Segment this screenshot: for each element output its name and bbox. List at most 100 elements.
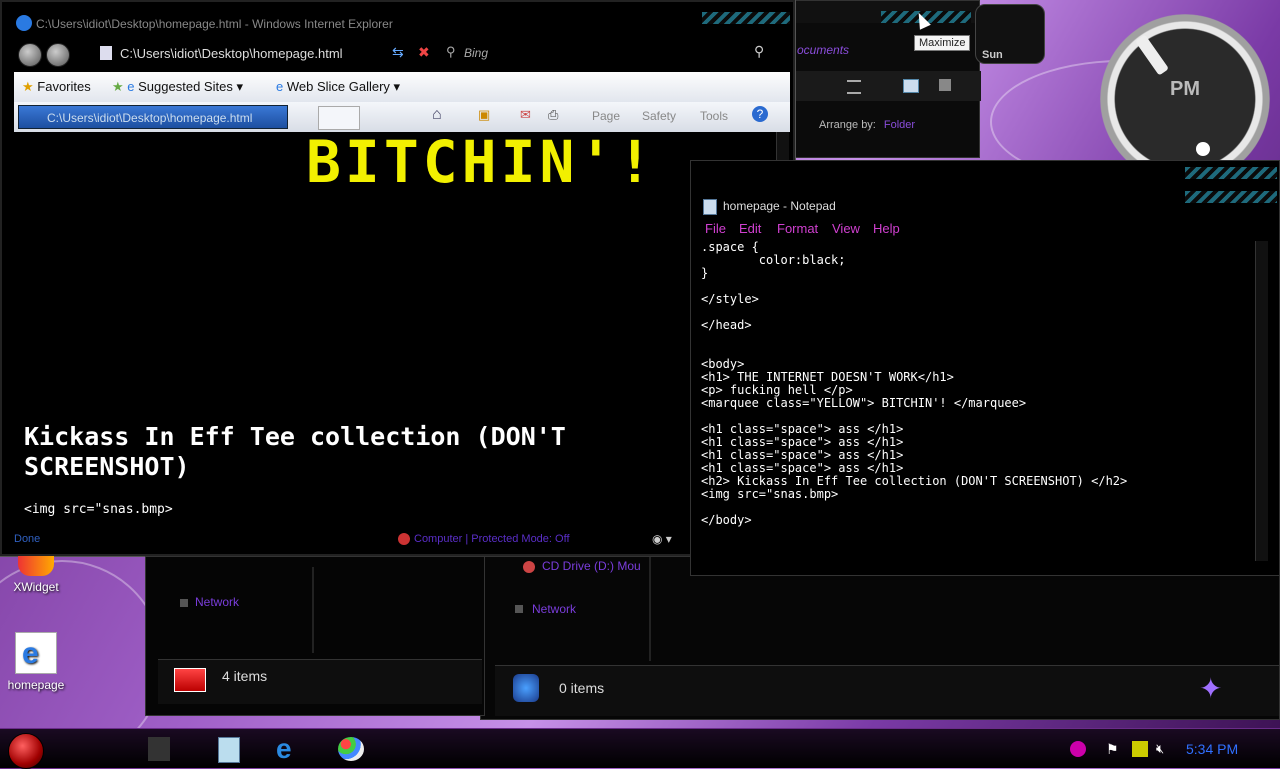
home-icon[interactable]: ⌂ <box>432 106 442 124</box>
explorer-window-top[interactable]: ocuments Arrange by: Folder <box>780 0 981 158</box>
items-count: 0 items <box>559 680 605 696</box>
app-icon <box>148 737 170 761</box>
pane-divider[interactable] <box>649 557 651 661</box>
ie-logo-icon <box>16 15 32 31</box>
preview-pane-icon[interactable] <box>903 79 919 93</box>
ie-window[interactable]: C:\Users\idiot\Desktop\homepage.html - W… <box>0 0 795 556</box>
clock-meridiem: PM <box>1170 78 1200 100</box>
taskbar-notepad-button[interactable] <box>204 731 254 767</box>
desktop-icon-label: XWidget <box>13 580 59 594</box>
ie-status-bar: Done Computer | Protected Mode: Off ◉ ▾ <box>14 530 790 550</box>
network-icon <box>180 599 188 607</box>
caption-buttons[interactable] <box>1185 167 1277 179</box>
taskbar-ie-button[interactable]: e <box>264 731 314 767</box>
ie-tab-active[interactable]: C:\Users\idiot\Desktop\homepage.html <box>18 105 288 129</box>
maximize-tooltip: Maximize <box>914 35 971 51</box>
caption-buttons[interactable] <box>702 12 790 24</box>
ie-favicon: e <box>127 79 135 94</box>
xwidget-icon <box>18 556 54 576</box>
notepad-icon <box>218 737 240 763</box>
explorer-window-right[interactable]: CD Drive (D:) Mou Network 0 items ✦ <box>480 556 1280 720</box>
help-icon[interactable]: ? <box>752 106 768 122</box>
caption-buttons[interactable] <box>1185 191 1277 203</box>
network-icon <box>515 605 523 613</box>
address-input[interactable]: C:\Users\idiot\Desktop\homepage.html <box>120 46 343 61</box>
search-input[interactable]: Bing <box>464 46 488 60</box>
notepad-icon <box>703 199 717 215</box>
menu-file[interactable]: File <box>705 221 726 236</box>
favorites-star-icon: ★ <box>22 79 34 94</box>
pane-divider[interactable] <box>312 567 314 653</box>
forward-button[interactable] <box>46 43 70 67</box>
skull-icon[interactable] <box>1070 741 1086 757</box>
web-slice-gallery-link[interactable]: e Web Slice Gallery ▾ <box>276 79 400 95</box>
menu-view[interactable]: View <box>832 221 860 236</box>
zoom-icon[interactable]: ◉ ▾ <box>652 532 672 546</box>
desktop-icon-xwidget[interactable]: XWidget <box>0 556 72 594</box>
suggested-sites-link[interactable]: ★ e Suggested Sites ▾ <box>112 79 243 95</box>
mail-icon[interactable]: ✉ <box>520 107 531 123</box>
favorites-label: Favorites <box>37 79 91 94</box>
paint-icon <box>338 737 364 761</box>
suggested-sites-label: Suggested Sites <box>138 79 233 94</box>
search-icon[interactable]: ⚲ <box>754 43 764 60</box>
tools-menu[interactable]: Tools <box>700 109 728 123</box>
menu-edit[interactable]: Edit <box>739 221 761 236</box>
network-link[interactable]: Network <box>195 595 239 609</box>
favorites-button[interactable]: ★ Favorites <box>22 79 91 95</box>
drive-icon <box>174 668 206 692</box>
back-button[interactable] <box>18 43 42 67</box>
stop-icon[interactable]: ✖ <box>418 44 430 61</box>
taskbar: e ⚑ 🔇︎ 5:34 PM <box>0 728 1280 769</box>
butterfly-icon: ✦ <box>1199 673 1223 704</box>
help-icon[interactable] <box>939 79 951 91</box>
arrange-by: Arrange by: Folder <box>819 119 915 131</box>
views-icon[interactable] <box>847 80 861 94</box>
start-button[interactable] <box>8 733 44 769</box>
notepad-text-area[interactable]: .space { color:black; } </style> </head>… <box>701 241 1251 561</box>
broken-img-text: <img src="snas.bmp> <box>24 502 173 517</box>
notepad-menubar: File Edit Format View Help <box>699 219 1259 239</box>
folder-icon <box>513 674 539 702</box>
tab-title: C:\Users\idiot\Desktop\homepage.html <box>47 111 253 125</box>
cd-drive-link[interactable]: CD Drive (D:) Mou <box>542 559 641 573</box>
feeds-icon[interactable]: ▣ <box>478 107 490 123</box>
taskbar-clock[interactable]: 5:34 PM <box>1186 741 1238 757</box>
explorer-window-left[interactable]: Network 4 items <box>145 556 485 716</box>
volume-muted-icon[interactable]: 🔇︎ <box>1156 741 1172 757</box>
desktop-icon-homepage[interactable]: e homepage <box>0 632 72 692</box>
documents-link[interactable]: ocuments <box>797 43 849 57</box>
taskbar-paint-button[interactable] <box>326 731 376 767</box>
notepad-window[interactable]: homepage - Notepad File Edit Format View… <box>690 160 1280 576</box>
arrange-by-label: Arrange by: <box>819 119 876 131</box>
explorer-toolbar <box>781 71 981 101</box>
clock-knob <box>1196 142 1210 156</box>
ie-address-bar: C:\Users\idiot\Desktop\homepage.html ⇆ ✖… <box>14 40 784 67</box>
refresh-icon[interactable]: ⇆ <box>392 44 404 61</box>
menu-help[interactable]: Help <box>873 221 900 236</box>
calendar-gadget[interactable]: Sun <box>975 4 1045 64</box>
network-tray-icon[interactable] <box>1132 741 1148 757</box>
page-icon <box>100 46 112 60</box>
menu-format[interactable]: Format <box>777 221 818 236</box>
ie-icon: e <box>276 733 292 764</box>
arrange-by-value[interactable]: Folder <box>884 119 915 131</box>
ie-favicon: e <box>276 79 284 94</box>
new-tab-button[interactable] <box>318 106 360 130</box>
notepad-vertical-scrollbar[interactable] <box>1255 241 1268 561</box>
day-label: Sun <box>982 49 1003 61</box>
ie-page-content: BITCHIN'! Kickass In Eff Tee collection … <box>14 132 776 528</box>
search-provider-icon: ⚲ <box>446 44 456 59</box>
print-icon[interactable]: ⎙ <box>548 107 558 123</box>
clock-gadget[interactable]: PM <box>1100 14 1270 184</box>
items-count: 4 items <box>222 668 268 684</box>
ie-window-title: C:\Users\idiot\Desktop\homepage.html - W… <box>36 17 393 31</box>
security-zone[interactable]: Computer | Protected Mode: Off <box>414 533 570 545</box>
marquee-text: BITCHIN'! <box>306 132 657 196</box>
ie-document-icon: e <box>15 632 57 674</box>
flag-icon[interactable]: ⚑ <box>1106 741 1122 757</box>
network-link[interactable]: Network <box>532 602 576 616</box>
taskbar-app-button[interactable] <box>134 731 184 767</box>
safety-menu[interactable]: Safety <box>642 109 676 123</box>
page-menu[interactable]: Page <box>592 109 620 123</box>
